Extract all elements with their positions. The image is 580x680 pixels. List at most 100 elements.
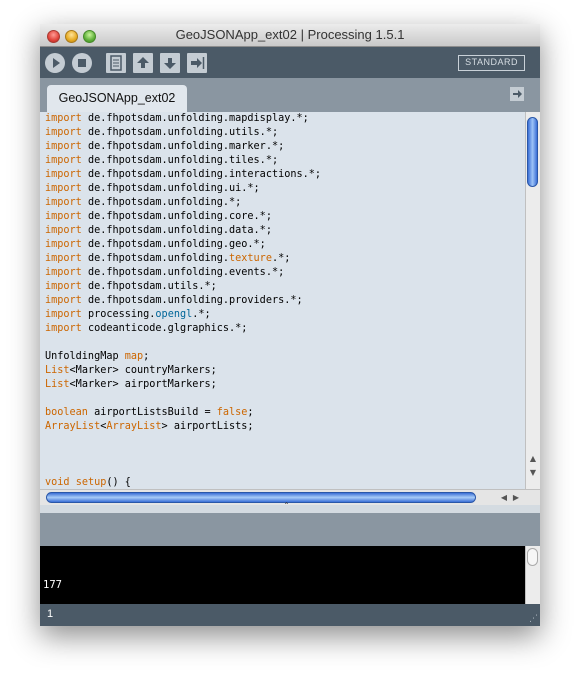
console-output[interactable]: 177 178 179 xyxy=(40,546,525,604)
code-line[interactable]: import de.fhpotsdam.unfolding.ui.*; xyxy=(45,182,321,196)
code-keyword: import xyxy=(45,127,82,138)
code-line[interactable] xyxy=(45,392,321,406)
new-button[interactable] xyxy=(106,53,126,73)
line-number: 1 xyxy=(47,608,54,620)
code-keyword: setup xyxy=(75,477,107,488)
code-keyword: import xyxy=(45,183,82,194)
code-token: codeanticode.glgraphics.*; xyxy=(81,323,248,334)
scroll-down-arrow-icon[interactable]: ▼ xyxy=(526,467,540,479)
code-line[interactable] xyxy=(45,336,321,350)
code-line[interactable]: List<Marker> countryMarkers; xyxy=(45,364,321,378)
code-token: de.fhpotsdam.unfolding.marker.*; xyxy=(81,141,285,152)
split-divider[interactable]: ˆ xyxy=(40,502,540,513)
code-keyword: opengl xyxy=(155,309,193,320)
code-token: () { xyxy=(106,477,131,488)
run-button[interactable] xyxy=(45,53,65,73)
code-keyword: import xyxy=(45,309,82,320)
code-token: <Marker> countryMarkers; xyxy=(69,365,217,376)
tab-bar: GeoJSONApp_ext02 xyxy=(40,78,540,112)
code-line[interactable]: import de.fhpotsdam.unfolding.core.*; xyxy=(45,210,321,224)
code-line[interactable]: import de.fhpotsdam.unfolding.marker.*; xyxy=(45,140,321,154)
console-scrollbar[interactable] xyxy=(525,546,540,604)
code-token: ; xyxy=(143,351,150,362)
code-keyword: import xyxy=(45,267,82,278)
code-keyword: import xyxy=(45,113,82,124)
code-line[interactable]: import de.fhpotsdam.unfolding.mapdisplay… xyxy=(45,112,321,126)
code-line[interactable]: import de.fhpotsdam.utils.*; xyxy=(45,280,321,294)
mode-selector[interactable]: STANDARD xyxy=(458,55,525,71)
collapse-caret-icon[interactable]: ˆ xyxy=(284,502,289,513)
vertical-scroll-thumb[interactable] xyxy=(527,117,538,187)
stop-button[interactable] xyxy=(72,53,92,73)
console-line: 177 xyxy=(43,579,62,591)
code-line[interactable]: import de.fhpotsdam.unfolding.tiles.*; xyxy=(45,154,321,168)
scroll-up-arrow-icon[interactable]: ▲ xyxy=(526,453,540,465)
new-file-icon xyxy=(110,55,122,71)
code-line[interactable] xyxy=(45,434,321,448)
save-arrow-down-icon xyxy=(164,58,176,69)
play-icon xyxy=(53,58,60,68)
code-keyword: import xyxy=(45,281,82,292)
code-keyword: import xyxy=(45,323,82,334)
code-token: .*; xyxy=(271,253,291,264)
editor-horizontal-scrollbar[interactable]: ◀ ▶ xyxy=(40,489,540,505)
export-button[interactable] xyxy=(187,53,207,73)
code-line[interactable]: import de.fhpotsdam.unfolding.utils.*; xyxy=(45,126,321,140)
code-line[interactable]: void setup() { xyxy=(45,476,321,489)
code-text[interactable]: import de.fhpotsdam.unfolding.mapdisplay… xyxy=(45,112,321,489)
code-keyword: ArrayList xyxy=(106,421,162,432)
code-line[interactable]: UnfoldingMap map; xyxy=(45,350,321,364)
processing-window: GeoJSONApp_ext02 | Processing 1.5.1 STAN… xyxy=(40,24,540,626)
scroll-right-arrow-icon[interactable]: ▶ xyxy=(510,491,522,504)
code-token: de.fhpotsdam.unfolding.providers.*; xyxy=(81,295,303,306)
status-bar: 1 ⋰ xyxy=(40,604,540,626)
code-token: ; xyxy=(247,407,254,418)
code-line[interactable]: import de.fhpotsdam.unfolding.events.*; xyxy=(45,266,321,280)
window-title: GeoJSONApp_ext02 | Processing 1.5.1 xyxy=(175,27,405,42)
console-scroll-thumb[interactable] xyxy=(527,548,538,566)
code-keyword: import xyxy=(45,197,82,208)
tab-sketch[interactable]: GeoJSONApp_ext02 xyxy=(47,85,187,112)
code-line[interactable]: import de.fhpotsdam.unfolding.*; xyxy=(45,196,321,210)
scroll-left-arrow-icon[interactable]: ◀ xyxy=(498,491,510,504)
code-line[interactable]: import de.fhpotsdam.unfolding.texture.*; xyxy=(45,252,321,266)
code-keyword: List xyxy=(45,365,70,376)
code-keyword: List xyxy=(45,379,70,390)
horizontal-scroll-thumb[interactable] xyxy=(46,492,476,503)
code-token: de.fhpotsdam.unfolding.geo.*; xyxy=(81,239,266,250)
code-keyword: import xyxy=(45,141,82,152)
open-button[interactable] xyxy=(133,53,153,73)
code-token: de.fhpotsdam.unfolding.interactions.*; xyxy=(81,169,322,180)
stop-icon xyxy=(78,59,86,67)
export-icon xyxy=(191,57,205,69)
editor-vertical-scrollbar[interactable]: ▲ ▼ xyxy=(525,112,540,489)
code-keyword: import xyxy=(45,169,82,180)
code-line[interactable]: import de.fhpotsdam.unfolding.interactio… xyxy=(45,168,321,182)
message-area xyxy=(40,513,540,546)
code-keyword: import xyxy=(45,225,82,236)
save-button[interactable] xyxy=(160,53,180,73)
code-line[interactable]: ArrayList<ArrayList> airportLists; xyxy=(45,420,321,434)
code-line[interactable]: boolean airportListsBuild = false; xyxy=(45,406,321,420)
code-line[interactable] xyxy=(45,448,321,462)
code-line[interactable]: import processing.opengl.*; xyxy=(45,308,321,322)
code-line[interactable]: import de.fhpotsdam.unfolding.data.*; xyxy=(45,224,321,238)
code-line[interactable]: List<Marker> airportMarkers; xyxy=(45,378,321,392)
code-token: airportListsBuild = xyxy=(87,407,217,418)
code-token: de.fhpotsdam.unfolding.mapdisplay.*; xyxy=(81,113,309,124)
code-line[interactable] xyxy=(45,462,321,476)
code-keyword: import xyxy=(45,211,82,222)
code-keyword: texture xyxy=(229,253,272,264)
code-line[interactable]: import codeanticode.glgraphics.*; xyxy=(45,322,321,336)
code-token: de.fhpotsdam.utils.*; xyxy=(81,281,217,292)
code-token: .*; xyxy=(192,309,211,320)
code-editor[interactable]: import de.fhpotsdam.unfolding.mapdisplay… xyxy=(40,112,525,489)
tab-menu-button[interactable] xyxy=(510,87,524,101)
code-token: de.fhpotsdam.unfolding.*; xyxy=(81,197,242,208)
code-line[interactable]: import de.fhpotsdam.unfolding.providers.… xyxy=(45,294,321,308)
code-token: de.fhpotsdam.unfolding.events.*; xyxy=(81,267,285,278)
title-bar[interactable]: GeoJSONApp_ext02 | Processing 1.5.1 xyxy=(40,24,540,47)
resize-grip-icon[interactable]: ⋰ xyxy=(529,614,538,624)
code-token: > airportLists; xyxy=(161,421,254,432)
code-line[interactable]: import de.fhpotsdam.unfolding.geo.*; xyxy=(45,238,321,252)
